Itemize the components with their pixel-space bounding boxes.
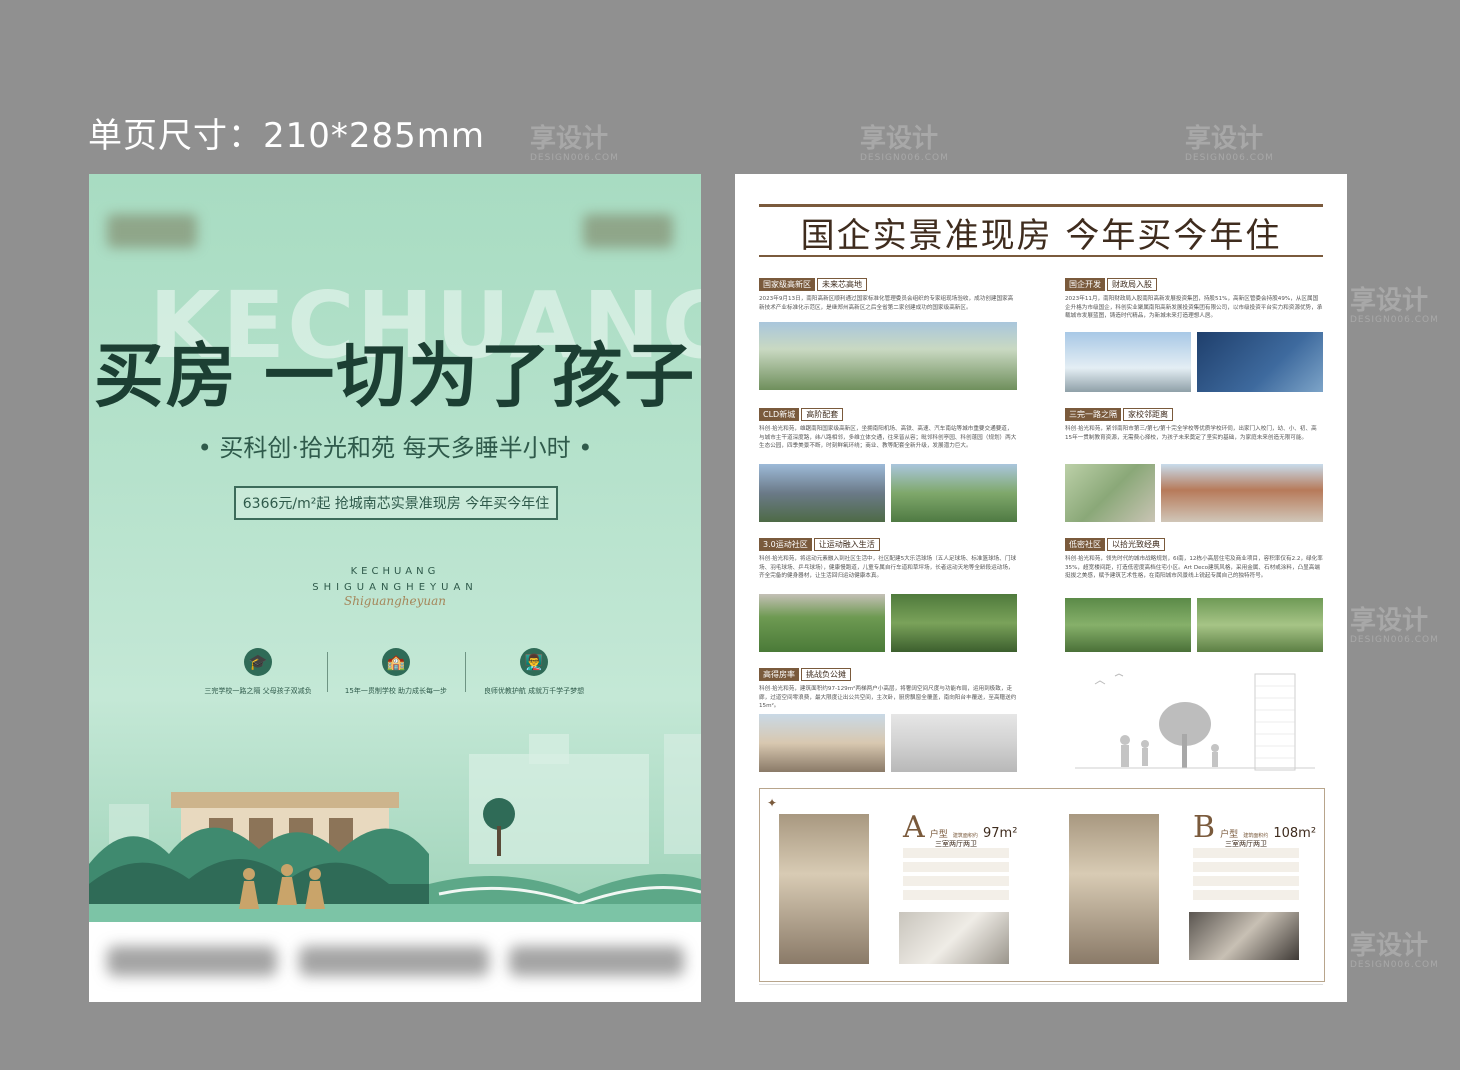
photo-highway: [759, 464, 885, 522]
teacher-student-icon: 👨‍🏫: [520, 648, 548, 676]
section: 国企开发 财政局入股 2023年11月，南阳财政局入股南阳高新发展投资集团，持股5…: [1065, 272, 1323, 321]
section-tag: 低密社区: [1065, 538, 1105, 551]
section-text: 科创·拾光和苑，领先时代的城市战略规划，6l南，12栋小高层住宅及商业项目，容积…: [1065, 556, 1323, 580]
section-text: 科创·拾光和苑，建筑面积约97-129m²两梯两户小高层，将奢阔空间尺度与功能布…: [759, 686, 1017, 710]
section: 低密社区 以拾光致经典 科创·拾光和苑，领先时代的城市战略规划，6l南，12栋小高…: [1065, 532, 1323, 581]
photo-living-room-a: [899, 912, 1009, 964]
family-illustration: [1075, 673, 1315, 771]
section-subtag: 财政局入股: [1107, 278, 1157, 291]
poster-subline: • 买科创·拾光和苑 每天多睡半小时 •: [197, 434, 593, 462]
photo-bedroom-b: [1189, 912, 1299, 960]
section: 3.0运动社区 让运动融入生活 科创·拾光和苑，将运动元素融入到社区生活中，社区配…: [759, 532, 1017, 581]
section-tag: 国企开发: [1065, 278, 1105, 291]
section-tag: 3.0运动社区: [759, 538, 812, 551]
blurred-logo-right: [583, 214, 673, 248]
blurred-footer-text: [509, 946, 684, 976]
compass-icon: ✦: [767, 796, 778, 810]
floorplan-letter: B: [1193, 810, 1216, 845]
photo-sports-court: [759, 594, 885, 652]
brand-en-line-2: SHIGUANGHEYUAN: [312, 582, 478, 593]
blurred-footer-text: [299, 946, 489, 976]
photo-city-aerial: [759, 322, 1017, 390]
landscape-illustration: [89, 734, 701, 922]
section-subtag: 让运动融入生活: [813, 538, 880, 551]
watermark: 享设计 DESIGN006.COM: [1350, 606, 1439, 645]
section-tag: 国家级高新区: [759, 278, 815, 291]
watermark: 享设计 DESIGN006.COM: [1350, 931, 1439, 970]
floorplan-a-features: [903, 848, 1009, 904]
section: 国家级高新区 未来芯高地 2023年9月13日，南阳高新区顺利通过国家标准化管理委…: [759, 272, 1017, 312]
section: 高得房率 挑战负公摊 科创·拾光和苑，建筑面积约97-129m²两梯两户小高层，将…: [759, 662, 1017, 711]
floorplan-letter: A: [903, 810, 925, 845]
floorplan-b-features: [1193, 848, 1299, 904]
section-text: 科创·拾光和苑，雄踞南阳国家级高新区，坐拥南阳机场、高铁、高速、汽车南站等城市重…: [759, 426, 1017, 450]
watermark: 享设计 DESIGN006.COM: [1350, 286, 1439, 325]
section: 三完一路之隔 家校邻距离 科创·拾光和苑，紧邻南阳市第三/第七/第十完全学校等优质…: [1065, 402, 1323, 442]
feature-text: 15年一贯制学校 助力成长每一步: [344, 687, 448, 695]
section-tag: 高得房率: [759, 668, 799, 681]
photo-courtyard: [1065, 598, 1191, 652]
poster-headline: 买房 一切为了孩子: [93, 334, 697, 417]
feature-text: 良师优教护航 成就万千学子梦想: [483, 687, 585, 695]
legal-footnote: [759, 984, 1323, 985]
photo-park: [891, 464, 1017, 522]
blurred-footer-text: [107, 946, 277, 976]
section-subtag: 未来芯高地: [817, 278, 867, 291]
poster-hero: KECHUANG 买房 一切为了孩子 • 买科创·拾光和苑 每天多睡半小时 • …: [89, 174, 701, 922]
photo-site-plan: [1065, 464, 1155, 522]
section-tag: CLD新城: [759, 408, 800, 421]
feature-item: 🏫 15年一贯制学校 助力成长每一步: [321, 648, 471, 696]
floorplan-area: 108m²: [1273, 826, 1317, 841]
photo-school: [1161, 464, 1323, 522]
poster-footer: [89, 922, 701, 1002]
photo-tower-closeup: [891, 714, 1017, 772]
school-building-icon: 🏫: [382, 648, 410, 676]
price-banner: 6366元/m²起 抢城南芯实景准现房 今年买今年住: [234, 486, 558, 520]
section-subtag: 以拾光致经典: [1107, 538, 1165, 551]
section-text: 科创·拾光和苑，紧邻南阳市第三/第七/第十完全学校等优质学校环伺，出家门入校门，…: [1065, 426, 1317, 441]
section-text: 科创·拾光和苑，将运动元素融入到社区生活中，社区配建5大乐活球场（五人足球场、标…: [759, 556, 1017, 580]
floorplan-a-header: A 户型 建筑面积约 97m² 三室两厅两卫: [903, 810, 1023, 849]
page-title: 国企实景准现房 今年买今年住: [800, 216, 1282, 256]
feature-item: 👨‍🏫 良师优教护航 成就万千学子梦想: [459, 648, 609, 696]
section-text: 2023年11月，南阳财政局入股南阳高新发展投资集团，持股51%，高新区管委会持…: [1065, 296, 1323, 320]
watermark: 享设计 DESIGN006.COM: [1185, 124, 1274, 163]
floorplan-b-image: [1069, 814, 1159, 964]
size-label: 单页尺寸：210*285mm: [88, 116, 486, 156]
floorplan-area: 97m²: [982, 826, 1018, 841]
photo-tower-exterior: [759, 714, 885, 772]
section-text: 2023年9月13日，南阳高新区顺利通过国家标准化管理委员会组织的专家组现场验收…: [759, 296, 1014, 311]
front-poster: KECHUANG 买房 一切为了孩子 • 买科创·拾光和苑 每天多睡半小时 • …: [89, 174, 701, 1002]
floorplan-a-image: [779, 814, 869, 964]
graduation-cap-icon: 🎓: [244, 648, 272, 676]
photo-office-building: [1065, 332, 1191, 392]
watermark: 享设计 DESIGN006.COM: [860, 124, 949, 163]
section-subtag: 挑战负公摊: [801, 668, 851, 681]
photo-company-sign: [1197, 332, 1323, 392]
floorplan-b-header: B 户型 建筑面积约 108m² 三室两厅两卫: [1193, 810, 1323, 849]
brand-en-line-1: KECHUANG: [350, 566, 440, 577]
blurred-logo-left: [107, 214, 197, 248]
feature-text: 三完学校一路之隔 父母孩子双减负: [204, 687, 312, 695]
section-subtag: 高阶配套: [801, 408, 844, 421]
watermark: 享设计 DESIGN006.COM: [530, 124, 619, 163]
feature-item: 🎓 三完学校一路之隔 父母孩子双减负: [183, 648, 333, 696]
section-subtag: 家校邻距离: [1123, 408, 1173, 421]
photo-garden: [891, 594, 1017, 652]
section: CLD新城 高阶配套 科创·拾光和苑，雄踞南阳国家级高新区，坐拥南阳机场、高铁、高…: [759, 402, 1017, 451]
photo-landscape: [1197, 598, 1323, 652]
section-tag: 三完一路之隔: [1065, 408, 1121, 421]
brand-script: Shiguangheyuan: [344, 594, 446, 608]
back-page: 国企实景准现房 今年买今年住 国家级高新区 未来芯高地 2023年9月13日，南阳…: [735, 174, 1347, 1002]
